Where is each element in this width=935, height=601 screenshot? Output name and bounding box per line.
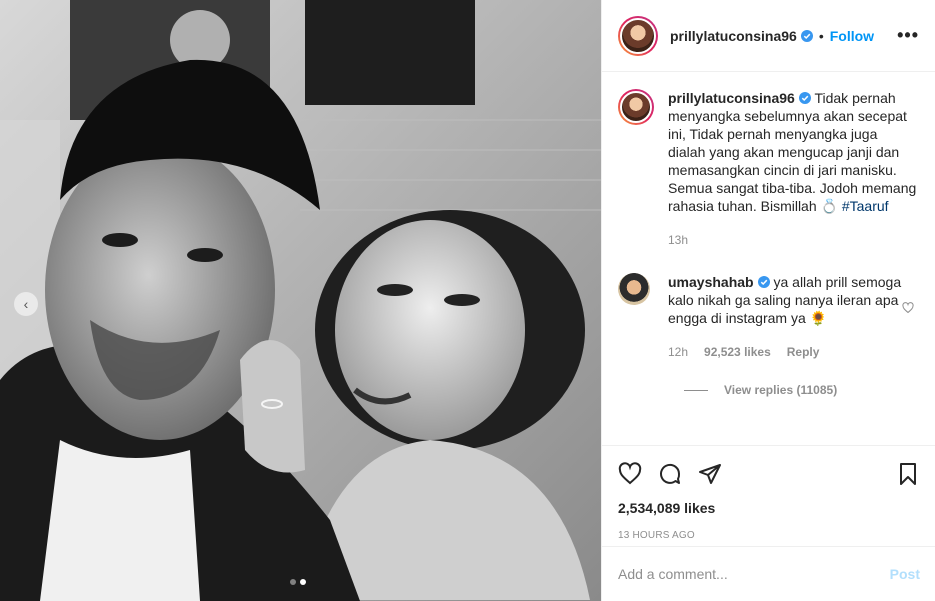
likes-count[interactable]: 2,534,089 likes	[618, 500, 920, 516]
view-replies-button[interactable]: View replies (11085)	[684, 383, 920, 397]
add-comment-bar: Post	[602, 546, 935, 601]
follow-button[interactable]: Follow	[830, 28, 874, 44]
verified-icon	[798, 92, 811, 104]
caption-time[interactable]: 13h	[668, 231, 688, 249]
reply-button[interactable]: Reply	[787, 343, 820, 361]
header-separator: •	[818, 27, 824, 44]
commenter-avatar[interactable]	[618, 273, 650, 305]
more-icon[interactable]: •••	[897, 25, 919, 46]
post-actions: 2,534,089 likes 13 HOURS AGO	[602, 445, 935, 541]
carousel-dot-active	[300, 579, 306, 585]
author-username[interactable]: prillylatuconsina96	[670, 28, 797, 44]
commenter-username[interactable]: umayshahab	[668, 274, 754, 290]
chevron-left-icon: ‹	[23, 296, 29, 312]
selfie-image	[0, 0, 601, 601]
post-photo[interactable]: ‹	[0, 0, 601, 601]
post-header: prillylatuconsina96 • Follow •••	[602, 0, 935, 72]
carousel-dot	[290, 579, 296, 585]
comment-icon[interactable]	[658, 462, 682, 486]
heart-icon[interactable]	[618, 462, 642, 486]
post-side-panel: prillylatuconsina96 • Follow ••• prillyl…	[601, 0, 935, 601]
caption-avatar[interactable]	[618, 89, 654, 125]
caption-text: Tidak pernah menyangka sebelumnya akan s…	[668, 90, 917, 214]
carousel-prev-button[interactable]: ‹	[14, 292, 38, 316]
comment-like-icon[interactable]	[902, 302, 914, 314]
post-timestamp[interactable]: 13 HOURS AGO	[618, 530, 920, 541]
comment-time[interactable]: 12h	[668, 343, 688, 361]
comment-input[interactable]	[618, 566, 890, 582]
caption: prillylatuconsina96 Tidak pernah menyang…	[618, 89, 920, 249]
comments-list[interactable]: prillylatuconsina96 Tidak pernah menyang…	[602, 73, 935, 445]
comment-likes[interactable]: 92,523 likes	[704, 343, 771, 361]
caption-username[interactable]: prillylatuconsina96	[668, 90, 795, 106]
share-icon[interactable]	[698, 462, 722, 486]
author-avatar[interactable]	[618, 15, 658, 56]
view-replies-label: View replies (11085)	[724, 383, 838, 397]
carousel-indicator	[290, 579, 306, 585]
hashtag-link[interactable]: #Taaruf	[842, 198, 889, 214]
post-button[interactable]: Post	[890, 566, 920, 582]
bookmark-icon[interactable]	[896, 462, 920, 486]
comment-item: umayshahab ya allah prill semoga kalo ni…	[618, 273, 920, 361]
verified-icon	[757, 276, 770, 288]
verified-icon	[800, 29, 813, 42]
